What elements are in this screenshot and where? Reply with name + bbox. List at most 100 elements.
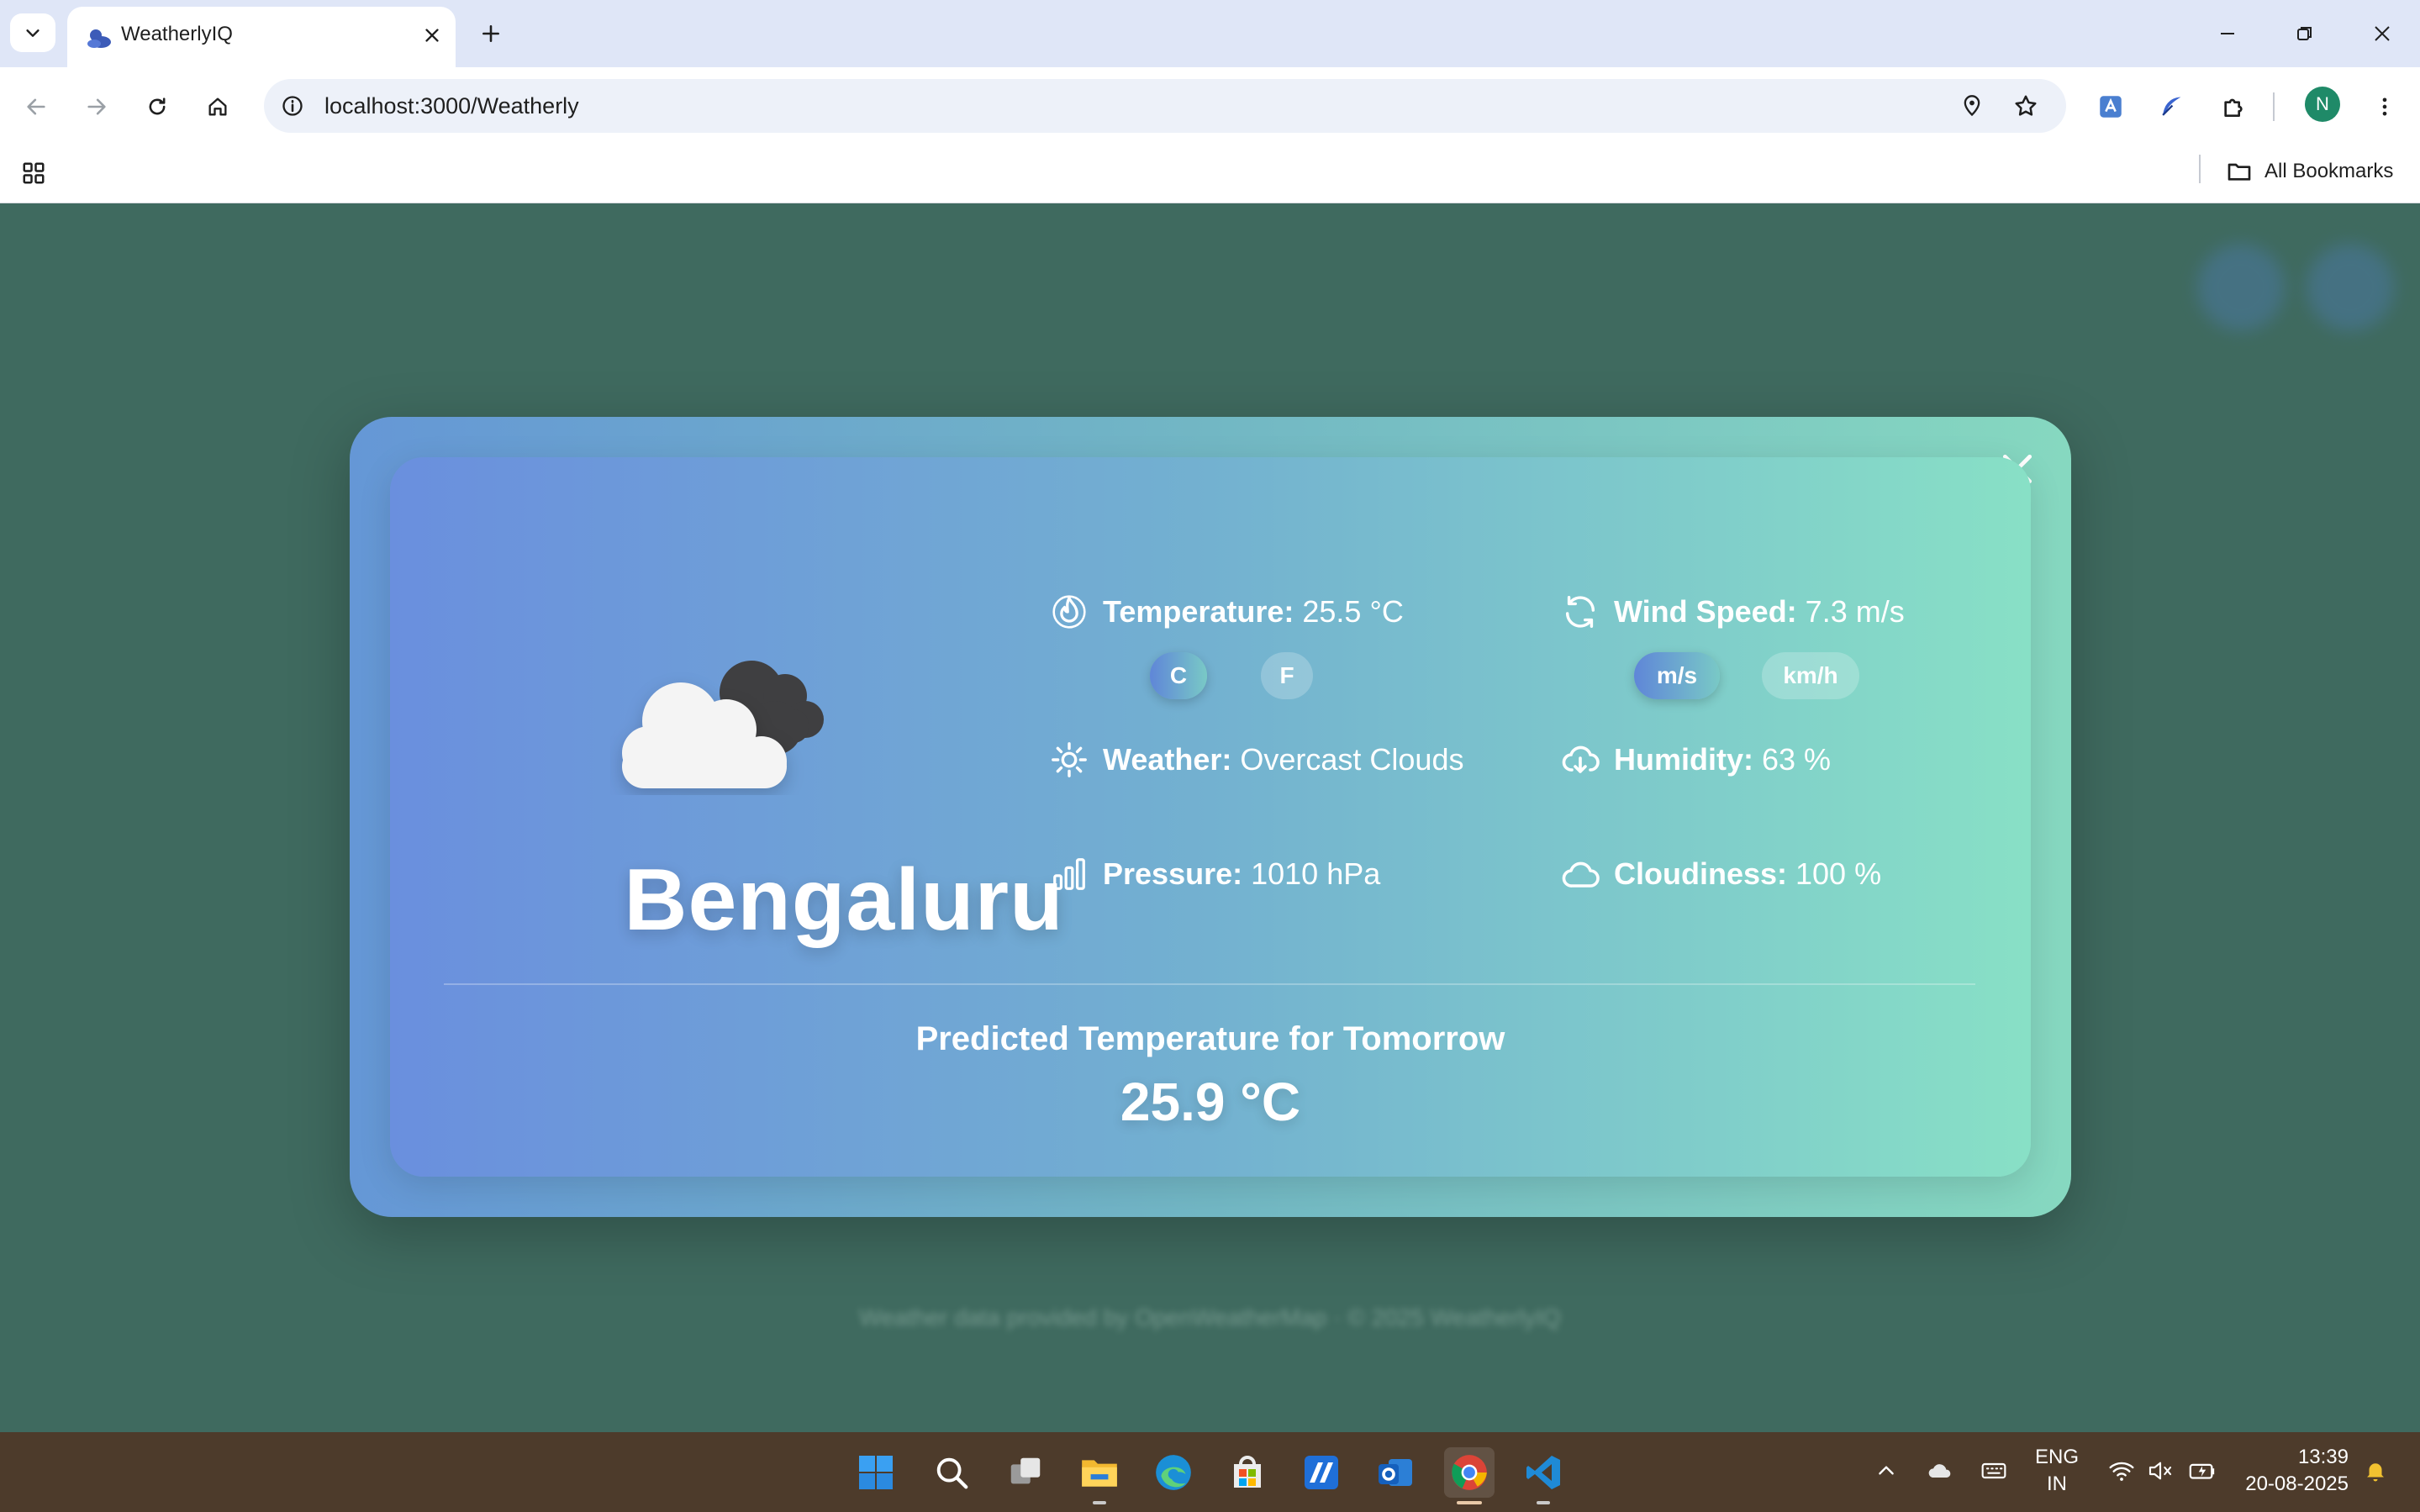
plus-icon bbox=[482, 25, 499, 42]
page-footer: Weather data provided by OpenWeatherMap … bbox=[859, 1304, 1561, 1330]
unit-ms-button[interactable]: m/s bbox=[1634, 652, 1720, 699]
extensions-menu-button[interactable] bbox=[2212, 86, 2254, 128]
vscode-button[interactable] bbox=[1518, 1447, 1569, 1504]
chrome-icon bbox=[1452, 1455, 1487, 1490]
chrome-button[interactable] bbox=[1444, 1447, 1495, 1504]
minimize-button[interactable] bbox=[2202, 12, 2253, 55]
prediction-title: Predicted Temperature for Tomorrow bbox=[915, 1020, 1505, 1057]
unit-fahrenheit-button[interactable]: F bbox=[1261, 652, 1313, 699]
new-tab-button[interactable] bbox=[472, 15, 509, 52]
wind-speed-label: Wind Speed: bbox=[1614, 594, 1797, 629]
tab-title: WeatherlyIQ bbox=[121, 23, 233, 45]
azure-app-icon bbox=[1305, 1456, 1338, 1489]
puzzle-icon bbox=[2224, 98, 2243, 117]
unit-celsius-button[interactable]: C bbox=[1150, 652, 1207, 699]
clock[interactable]: 13:39 20-08-2025 bbox=[2236, 1444, 2349, 1498]
reload-icon bbox=[149, 97, 166, 115]
back-button[interactable] bbox=[15, 86, 57, 128]
windows-logo-icon bbox=[859, 1456, 893, 1489]
location-pin-icon bbox=[1964, 95, 1980, 117]
azure-app-button[interactable] bbox=[1296, 1447, 1347, 1498]
cloudiness-value: 100 % bbox=[1795, 856, 1882, 891]
show-hidden-icons-button[interactable] bbox=[1869, 1454, 1903, 1488]
vscode-icon bbox=[1526, 1456, 1560, 1489]
all-bookmarks-button[interactable]: All Bookmarks bbox=[2226, 153, 2393, 190]
temperature-value: 25.5 °C bbox=[1302, 594, 1404, 629]
sun-icon bbox=[1047, 738, 1091, 782]
apps-grid-icon bbox=[23, 162, 45, 184]
location-button[interactable] bbox=[1953, 87, 1990, 124]
search-button[interactable] bbox=[926, 1447, 977, 1498]
tab-search-button[interactable] bbox=[10, 13, 55, 52]
wind-speed-stat: Wind Speed: 7.3 m/s bbox=[1558, 588, 1905, 635]
notifications-button[interactable] bbox=[2359, 1454, 2392, 1488]
running-indicator bbox=[1537, 1501, 1550, 1504]
bar-chart-icon bbox=[1047, 852, 1091, 896]
bell-icon bbox=[2367, 1463, 2384, 1482]
task-view-icon bbox=[1010, 1457, 1041, 1484]
outlook-icon bbox=[1379, 1459, 1412, 1486]
task-view-button[interactable] bbox=[1000, 1447, 1051, 1498]
weather-modal: Bengaluru Temperature: 25.5 °C C F Wind … bbox=[350, 417, 2071, 1217]
language-code: ENG bbox=[2034, 1446, 2079, 1468]
weather-value: Overcast Clouds bbox=[1240, 742, 1464, 777]
overcast-clouds-icon bbox=[622, 661, 824, 788]
browser-toolbar: localhost:3000/Weatherly bbox=[0, 67, 2420, 145]
address-bar[interactable]: localhost:3000/Weatherly bbox=[264, 79, 2066, 133]
windows-taskbar: ENG IN 13:39 20-08-2025 bbox=[0, 1432, 2420, 1512]
cloudiness-stat: Cloudiness: 100 % bbox=[1558, 851, 1881, 898]
prediction-value: 25.9 °C bbox=[1120, 1072, 1301, 1132]
onedrive-button[interactable] bbox=[1923, 1454, 1957, 1488]
profile-avatar[interactable]: N bbox=[2305, 87, 2340, 122]
toolbar-divider bbox=[2273, 92, 2275, 121]
chevron-down-icon bbox=[26, 29, 40, 37]
battery-charging-icon bbox=[2189, 1463, 2215, 1479]
blurred-settings-button[interactable] bbox=[2307, 244, 2394, 331]
browser-menu-button[interactable] bbox=[2364, 86, 2406, 128]
store-button[interactable] bbox=[1222, 1447, 1273, 1498]
bookmarks-bar: All Bookmarks bbox=[0, 145, 2420, 203]
wifi-button[interactable] bbox=[2105, 1454, 2138, 1488]
weather-card: Bengaluru Temperature: 25.5 °C C F Wind … bbox=[390, 457, 2031, 1177]
start-button[interactable] bbox=[851, 1447, 901, 1498]
keyboard-button[interactable] bbox=[1977, 1454, 2011, 1488]
unit-kmh-button[interactable]: km/h bbox=[1762, 652, 1859, 699]
close-window-button[interactable] bbox=[2357, 12, 2407, 55]
language-indicator[interactable]: ENG IN bbox=[2027, 1444, 2086, 1498]
info-icon bbox=[282, 96, 303, 116]
volume-button[interactable] bbox=[2143, 1454, 2177, 1488]
extension-translate-button[interactable] bbox=[2090, 86, 2132, 128]
file-explorer-button[interactable] bbox=[1074, 1447, 1125, 1504]
url-text[interactable]: localhost:3000/Weatherly bbox=[324, 93, 579, 119]
arrow-left-icon bbox=[27, 98, 45, 115]
weather-label: Weather: bbox=[1103, 742, 1232, 777]
restore-button[interactable] bbox=[2280, 12, 2330, 55]
battery-button[interactable] bbox=[2185, 1454, 2219, 1488]
browser-tab[interactable]: WeatherlyIQ bbox=[67, 7, 456, 67]
keyboard-icon bbox=[1981, 1462, 2006, 1479]
forward-button[interactable] bbox=[76, 86, 118, 128]
refresh-wind-icon bbox=[1558, 590, 1602, 634]
clock-date: 20-08-2025 bbox=[2245, 1472, 2349, 1495]
flame-icon bbox=[1047, 590, 1091, 634]
tab-close-button[interactable] bbox=[415, 18, 449, 52]
site-info-button[interactable] bbox=[274, 87, 311, 124]
reload-button[interactable] bbox=[136, 86, 178, 128]
store-icon bbox=[1234, 1456, 1261, 1488]
bookmark-star-button[interactable] bbox=[2007, 87, 2044, 124]
extension-feather-button[interactable] bbox=[2150, 86, 2192, 128]
folder-icon bbox=[2228, 163, 2251, 181]
cloudiness-label: Cloudiness: bbox=[1614, 856, 1788, 891]
outlook-button[interactable] bbox=[1370, 1447, 1421, 1498]
blurred-theme-button[interactable] bbox=[2197, 244, 2285, 331]
home-button[interactable] bbox=[197, 86, 239, 128]
edge-button[interactable] bbox=[1148, 1447, 1199, 1498]
humidity-label: Humidity: bbox=[1614, 742, 1753, 777]
star-icon bbox=[2015, 95, 2037, 116]
home-icon bbox=[208, 97, 227, 116]
cloud-icon bbox=[1928, 1464, 1951, 1478]
pressure-label: Pressure: bbox=[1103, 856, 1243, 891]
humidity-value: 63 % bbox=[1762, 742, 1832, 777]
wifi-icon bbox=[2109, 1462, 2134, 1481]
apps-button[interactable] bbox=[15, 155, 52, 192]
